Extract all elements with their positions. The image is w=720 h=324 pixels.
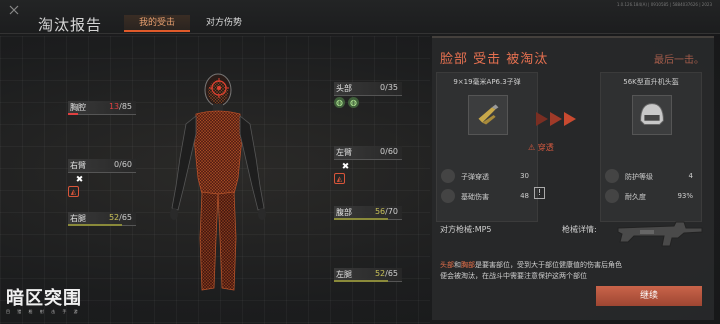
logo-subtitle: 目 猎 枪 射 击 手 游 xyxy=(6,309,81,314)
part-left-leg: 左腿 52/65 xyxy=(334,268,402,282)
fracture-icon: ✖ xyxy=(341,161,350,172)
part-abdomen-max: /70 xyxy=(385,207,398,216)
crosshair-icon xyxy=(441,189,455,203)
vital-parts-description: 头部和胸部是要害部位，受到大于部位健康值的伤害后角色便会被淘汰，在战斗中需要注意… xyxy=(440,260,626,282)
final-blow-label: 最后一击。 xyxy=(654,55,704,66)
page-title: 淘汰报告 xyxy=(38,16,103,34)
part-head: 头部 0/35 ◍ ◍ xyxy=(334,82,402,108)
part-right-leg-name: 右腿 xyxy=(70,214,86,223)
stat-name: 防护等级 xyxy=(625,173,653,181)
stat-name: 基础伤害 xyxy=(461,193,489,201)
helmet-icon xyxy=(632,95,672,135)
part-chest-hp-bar xyxy=(68,113,78,115)
tab-my-hits[interactable]: 我的受击 xyxy=(124,15,190,32)
logo-title: 暗区突围 xyxy=(6,288,82,309)
part-right-arm-max: /60 xyxy=(119,160,132,169)
stat-value: 48 xyxy=(520,192,529,200)
part-head-max: /35 xyxy=(385,83,398,92)
desc-highlight-head: 头部 xyxy=(440,261,454,269)
stat-name: 子弹穿透 xyxy=(461,173,489,181)
game-logo: 暗区突围 目 猎 枪 射 击 手 游 xyxy=(6,284,82,315)
kill-title: 脸部 受击 被淘汰 xyxy=(440,52,549,67)
stat-value: 30 xyxy=(520,172,529,180)
desc-and: 和 xyxy=(454,261,461,269)
bleeding-icon: ◭ xyxy=(68,186,79,197)
armor-icon xyxy=(605,169,619,183)
tinnitus-icon: ◍ xyxy=(348,97,359,108)
part-chest-name: 胸腔 xyxy=(70,103,86,112)
enemy-weapon-label: 对方枪械:MP5 xyxy=(440,225,492,234)
bleeding-icon: ◭ xyxy=(334,173,345,184)
part-abdomen-name: 腹部 xyxy=(336,208,352,217)
body-silhouette xyxy=(170,73,266,291)
part-left-arm-max: /60 xyxy=(385,147,398,156)
part-right-leg-max: /65 xyxy=(119,213,132,222)
part-right-leg-hp-bar xyxy=(68,224,122,226)
close-icon[interactable] xyxy=(7,3,21,17)
version-text: 1.0.126.184(A) | 0910585 | 5884037626 | … xyxy=(616,2,712,7)
weapon-detail-label: 枪械详情: xyxy=(562,225,597,234)
part-chest: 胸腔 13/85 xyxy=(68,101,136,115)
pierce-text: 穿透 xyxy=(537,143,554,152)
kill-detail-panel: 脸部 受击 被淘汰 最后一击。 9×19毫米AP6.3子弹 子弹穿透 30 基础… xyxy=(432,36,714,320)
armor-durability-stat: 耐久度 93% xyxy=(603,187,699,205)
part-left-leg-current: 52 xyxy=(374,269,386,278)
bullet-icon xyxy=(468,95,508,135)
part-chest-current: 13 xyxy=(108,102,120,111)
armor-level-stat: 防护等级 4 xyxy=(603,167,699,185)
part-left-leg-max: /65 xyxy=(385,269,398,278)
ammo-card[interactable]: 9×19毫米AP6.3子弹 子弹穿透 30 基础伤害 48 xyxy=(436,72,538,222)
stat-name: 耐久度 xyxy=(625,193,646,201)
ammo-damage-stat: 基础伤害 48 xyxy=(439,187,535,205)
part-chest-max: /85 xyxy=(119,102,132,111)
stat-value: 4 xyxy=(688,172,693,180)
ammo-penetration-stat: 子弹穿透 30 xyxy=(439,167,535,185)
warning-icon[interactable]: ! xyxy=(534,187,545,199)
stat-value: 93% xyxy=(677,192,693,200)
part-abdomen-current: 56 xyxy=(374,207,386,216)
arrow-right-icon xyxy=(536,112,576,126)
tab-enemy-injuries[interactable]: 对方伤势 xyxy=(196,15,252,32)
part-right-leg: 右腿 52/65 xyxy=(68,212,136,226)
pain-icon: ◍ xyxy=(334,97,345,108)
pierce-label: ⚠ 穿透 xyxy=(528,143,554,152)
top-bar: 1.0.126.184(A) | 0910585 | 5884037626 | … xyxy=(0,0,720,34)
fracture-icon: ✖ xyxy=(75,174,84,185)
part-right-arm: 右臂 0/60 ✖ ◭ xyxy=(68,159,136,197)
part-left-leg-name: 左腿 xyxy=(336,270,352,279)
bullet-icon xyxy=(441,169,455,183)
hit-target-icon xyxy=(209,78,229,98)
desc-highlight-chest: 胸部 xyxy=(461,261,475,269)
part-head-name: 头部 xyxy=(336,84,352,93)
part-abdomen: 腹部 56/70 xyxy=(334,206,402,220)
armor-card[interactable]: 56K型直升机头盔 防护等级 4 耐久度 93% xyxy=(600,72,702,222)
armor-name: 56K型直升机头盔 xyxy=(623,78,679,86)
part-left-leg-hp-bar xyxy=(334,280,388,282)
ammo-name: 9×19毫米AP6.3子弹 xyxy=(453,78,521,86)
continue-button[interactable]: 继续 xyxy=(596,286,702,306)
part-abdomen-hp-bar xyxy=(334,218,388,220)
gun-icon[interactable] xyxy=(614,216,706,250)
part-left-arm: 左臂 0/60 ✖ ◭ xyxy=(334,146,402,184)
kill-report-screen: 1.0.126.184(A) | 0910585 | 5884037626 | … xyxy=(0,0,720,324)
part-left-arm-name: 左臂 xyxy=(336,148,352,157)
part-right-arm-name: 右臂 xyxy=(70,161,86,170)
part-right-leg-current: 52 xyxy=(108,213,120,222)
durability-icon xyxy=(605,189,619,203)
